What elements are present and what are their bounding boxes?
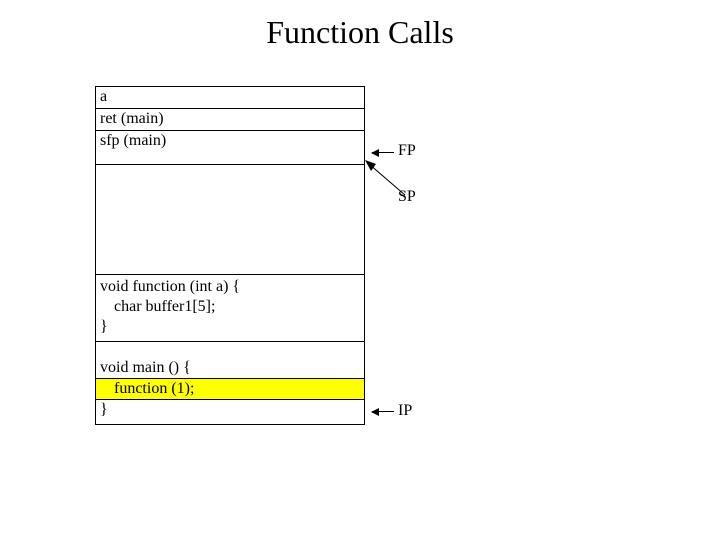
stack-row-a: a bbox=[95, 86, 365, 108]
code-fn-decl: char buffer1[5]; bbox=[100, 297, 360, 317]
stack-gap-big bbox=[95, 164, 365, 274]
label-fp: FP bbox=[398, 142, 416, 160]
stack-gap-small bbox=[95, 152, 365, 164]
stack-row-sfp: sfp (main) bbox=[95, 130, 365, 152]
arrow-fp bbox=[372, 152, 394, 153]
code-main-close: } bbox=[100, 400, 360, 420]
arrow-ip bbox=[372, 411, 394, 412]
code-main-call-highlight: function (1); bbox=[96, 378, 364, 400]
stack-diagram: a ret (main) sfp (main) void function (i… bbox=[95, 86, 365, 425]
code-main-sig: void main () { bbox=[100, 358, 360, 378]
label-sp: SP bbox=[398, 188, 416, 206]
page-title: Function Calls bbox=[0, 14, 720, 51]
label-ip: IP bbox=[398, 402, 412, 420]
stack-row-ret: ret (main) bbox=[95, 108, 365, 130]
code-main: void main () { function (1); } bbox=[95, 341, 365, 425]
code-fn-close: } bbox=[100, 317, 360, 337]
code-function: void function (int a) { char buffer1[5];… bbox=[95, 274, 365, 341]
code-main-call: function (1); bbox=[100, 379, 194, 399]
code-fn-sig: void function (int a) { bbox=[100, 277, 360, 297]
